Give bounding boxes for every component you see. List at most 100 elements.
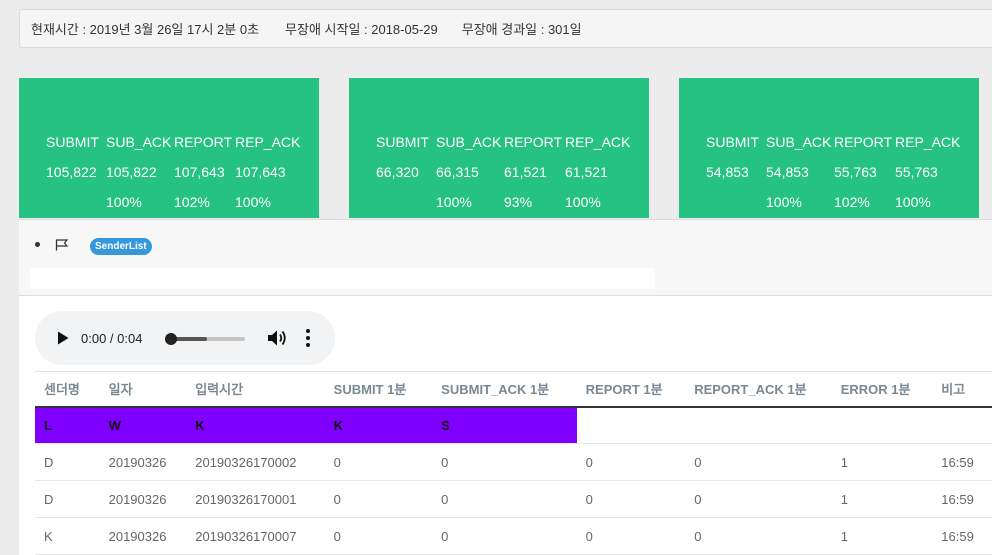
- card-percent-report: 93%: [504, 194, 533, 210]
- card-value-row: 66,320 66,315 61,521 61,521: [376, 164, 635, 180]
- cell-report-ack: 0: [685, 443, 832, 481]
- card-value-sub-ack: 54,853: [766, 164, 809, 180]
- more-vert-icon[interactable]: [305, 328, 311, 348]
- play-icon[interactable]: [57, 331, 69, 345]
- card-header-sub-ack: SUB_ACK: [436, 134, 502, 150]
- col-error-1m[interactable]: ERROR 1분: [831, 371, 933, 408]
- stat-card-3: SUBMIT SUB_ACK REPORT REP_ACK 54,853 54,…: [679, 78, 979, 218]
- cell-report-ack: [685, 406, 832, 444]
- cell-report-ack: 0: [685, 480, 832, 518]
- card-percent-sub-ack: 100%: [766, 194, 802, 210]
- col-sender-name[interactable]: 센더명: [35, 371, 100, 408]
- card-value-row: 105,822 105,822 107,643 107,643: [46, 164, 305, 180]
- cell-note: 16:59: [932, 517, 992, 555]
- card-percent-rep-ack: 100%: [895, 194, 931, 210]
- cell-submit: 0: [324, 480, 433, 518]
- cell-submit-ack: 0: [432, 480, 577, 518]
- cell-sender-name: K: [35, 517, 100, 555]
- table-row[interactable]: D 20190326 20190326170001 0 0 0 0 1 16:5…: [35, 480, 992, 518]
- card-header-rep-ack: REP_ACK: [235, 134, 301, 150]
- table-row[interactable]: D 20190326 20190326170002 0 0 0 0 1 16:5…: [35, 443, 992, 481]
- stat-card-2: SUBMIT SUB_ACK REPORT REP_ACK 66,320 66,…: [349, 78, 649, 218]
- col-submit-1m[interactable]: SUBMIT 1분: [324, 371, 433, 408]
- cell-date: W: [99, 406, 187, 444]
- table-row-highlight[interactable]: L W K K S: [35, 406, 992, 444]
- card-percent-row: 100% 102% 100%: [706, 194, 965, 210]
- table-header-row: 센더명 일자 입력시간 SUBMIT 1분 SUBMIT_ACK 1분 REPO…: [35, 371, 992, 408]
- card-value-rep-ack: 107,643: [235, 164, 286, 180]
- card-header-sub-ack: SUB_ACK: [766, 134, 832, 150]
- col-date[interactable]: 일자: [99, 371, 187, 408]
- card-value-submit: 54,853: [706, 164, 749, 180]
- col-report-1m[interactable]: REPORT 1분: [576, 371, 686, 408]
- cell-error: 1: [831, 480, 933, 518]
- card-percent-report: 102%: [174, 194, 210, 210]
- panel-header: SenderList: [19, 219, 992, 295]
- cell-note: [932, 406, 992, 444]
- card-value-rep-ack: 61,521: [565, 164, 608, 180]
- cell-note: 16:59: [932, 480, 992, 518]
- cell-input-time: 20190326170001: [186, 480, 325, 518]
- card-header-row: SUBMIT SUB_ACK REPORT REP_ACK: [376, 134, 635, 150]
- cell-sender-name: L: [35, 406, 100, 444]
- cell-submit: 0: [324, 443, 433, 481]
- cell-report: [576, 406, 686, 444]
- elapsed-days: 무장애 경과일 : 301일: [461, 22, 582, 37]
- current-time: 현재시간 : 2019년 3월 26일 17시 2분 0초: [31, 22, 260, 37]
- cell-error: [831, 406, 933, 444]
- card-value-submit: 66,320: [376, 164, 419, 180]
- card-value-sub-ack: 66,315: [436, 164, 479, 180]
- cell-submit-ack: 0: [432, 517, 577, 555]
- card-header-sub-ack: SUB_ACK: [106, 134, 172, 150]
- card-percent-submit: [706, 194, 766, 210]
- cell-report: 0: [576, 480, 686, 518]
- card-percent-submit: [376, 194, 436, 210]
- cell-input-time: K: [186, 406, 325, 444]
- bullet-dot: [35, 242, 40, 247]
- stat-card-1: SUBMIT SUB_ACK REPORT REP_ACK 105,822 10…: [19, 78, 319, 218]
- card-percent-report: 102%: [834, 194, 870, 210]
- panel-blank-bar: [30, 268, 655, 289]
- cell-submit: K: [324, 406, 433, 444]
- cell-error: 1: [831, 443, 933, 481]
- card-header-rep-ack: REP_ACK: [565, 134, 631, 150]
- card-header-report: REPORT: [834, 134, 893, 150]
- card-value-sub-ack: 105,822: [106, 164, 157, 180]
- col-note[interactable]: 비고: [932, 371, 992, 408]
- audio-time: 0:00 / 0:04: [81, 331, 143, 346]
- col-report-ack-1m[interactable]: REPORT_ACK 1분: [685, 371, 832, 408]
- col-submit-ack-1m[interactable]: SUBMIT_ACK 1분: [432, 371, 577, 408]
- card-value-report: 61,521: [504, 164, 547, 180]
- senderlist-badge[interactable]: SenderList: [90, 238, 152, 255]
- card-percent-row: 100% 102% 100%: [46, 194, 305, 210]
- volume-icon[interactable]: [267, 329, 287, 347]
- cell-sender-name: D: [35, 443, 100, 481]
- cell-report: 0: [576, 517, 686, 555]
- main-content: 0:00 / 0:04 센더명 일자 입력시간 SUBMIT 1분 SUBMIT…: [19, 295, 992, 555]
- col-input-time[interactable]: 입력시간: [186, 371, 325, 408]
- cell-note: 16:59: [932, 443, 992, 481]
- start-date: 무장애 시작일 : 2018-05-29: [285, 22, 438, 37]
- seek-thumb[interactable]: [165, 333, 177, 345]
- cell-submit-ack: S: [432, 406, 577, 444]
- cell-report: 0: [576, 443, 686, 481]
- card-header-report: REPORT: [174, 134, 233, 150]
- cell-date: 20190326: [99, 517, 187, 555]
- cell-submit-ack: 0: [432, 443, 577, 481]
- card-value-report: 107,643: [174, 164, 225, 180]
- cell-input-time: 20190326170002: [186, 443, 325, 481]
- sender-table: 센더명 일자 입력시간 SUBMIT 1분 SUBMIT_ACK 1분 REPO…: [35, 371, 992, 555]
- card-value-report: 55,763: [834, 164, 877, 180]
- card-percent-sub-ack: 100%: [436, 194, 472, 210]
- card-header-submit: SUBMIT: [46, 134, 99, 150]
- card-header-submit: SUBMIT: [376, 134, 429, 150]
- cell-error: 1: [831, 517, 933, 555]
- cell-sender-name: D: [35, 480, 100, 518]
- card-percent-sub-ack: 100%: [106, 194, 142, 210]
- card-percent-submit: [46, 194, 106, 210]
- audio-player[interactable]: 0:00 / 0:04: [35, 311, 335, 365]
- flag-icon[interactable]: [55, 239, 69, 251]
- card-percent-row: 100% 93% 100%: [376, 194, 635, 210]
- status-bar: 현재시간 : 2019년 3월 26일 17시 2분 0초 무장애 시작일 : …: [19, 9, 992, 48]
- table-row[interactable]: K 20190326 20190326170007 0 0 0 0 1 16:5…: [35, 517, 992, 555]
